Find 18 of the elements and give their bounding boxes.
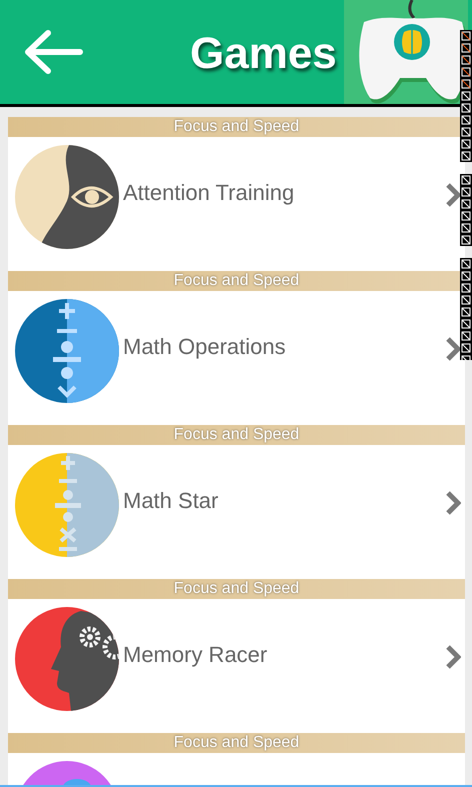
chevron-right-icon	[445, 644, 461, 670]
game-list-item[interactable]: Memory Racer	[8, 599, 465, 733]
category-bar: Focus and Speed	[8, 733, 465, 753]
game-title: Memory Racer	[123, 641, 268, 669]
chevron-right-icon	[445, 182, 461, 208]
game-title: Attention Training	[123, 179, 296, 207]
category-bar: Focus and Speed	[8, 425, 465, 445]
game-title: Math Star	[123, 487, 220, 515]
game-controller-icon	[344, 0, 468, 104]
chevron-right-icon	[445, 336, 461, 362]
game-list-item[interactable]: Math Star	[8, 445, 465, 579]
page-title: Games	[190, 30, 337, 78]
category-bar: Focus and Speed	[8, 579, 465, 599]
game-list-item[interactable]: Math Operations	[8, 291, 465, 425]
back-arrow-icon	[22, 28, 84, 76]
game-list-item[interactable]: Attention Training	[8, 137, 465, 271]
chevron-right-icon	[445, 490, 461, 516]
game-title: Math Operations	[123, 333, 287, 361]
